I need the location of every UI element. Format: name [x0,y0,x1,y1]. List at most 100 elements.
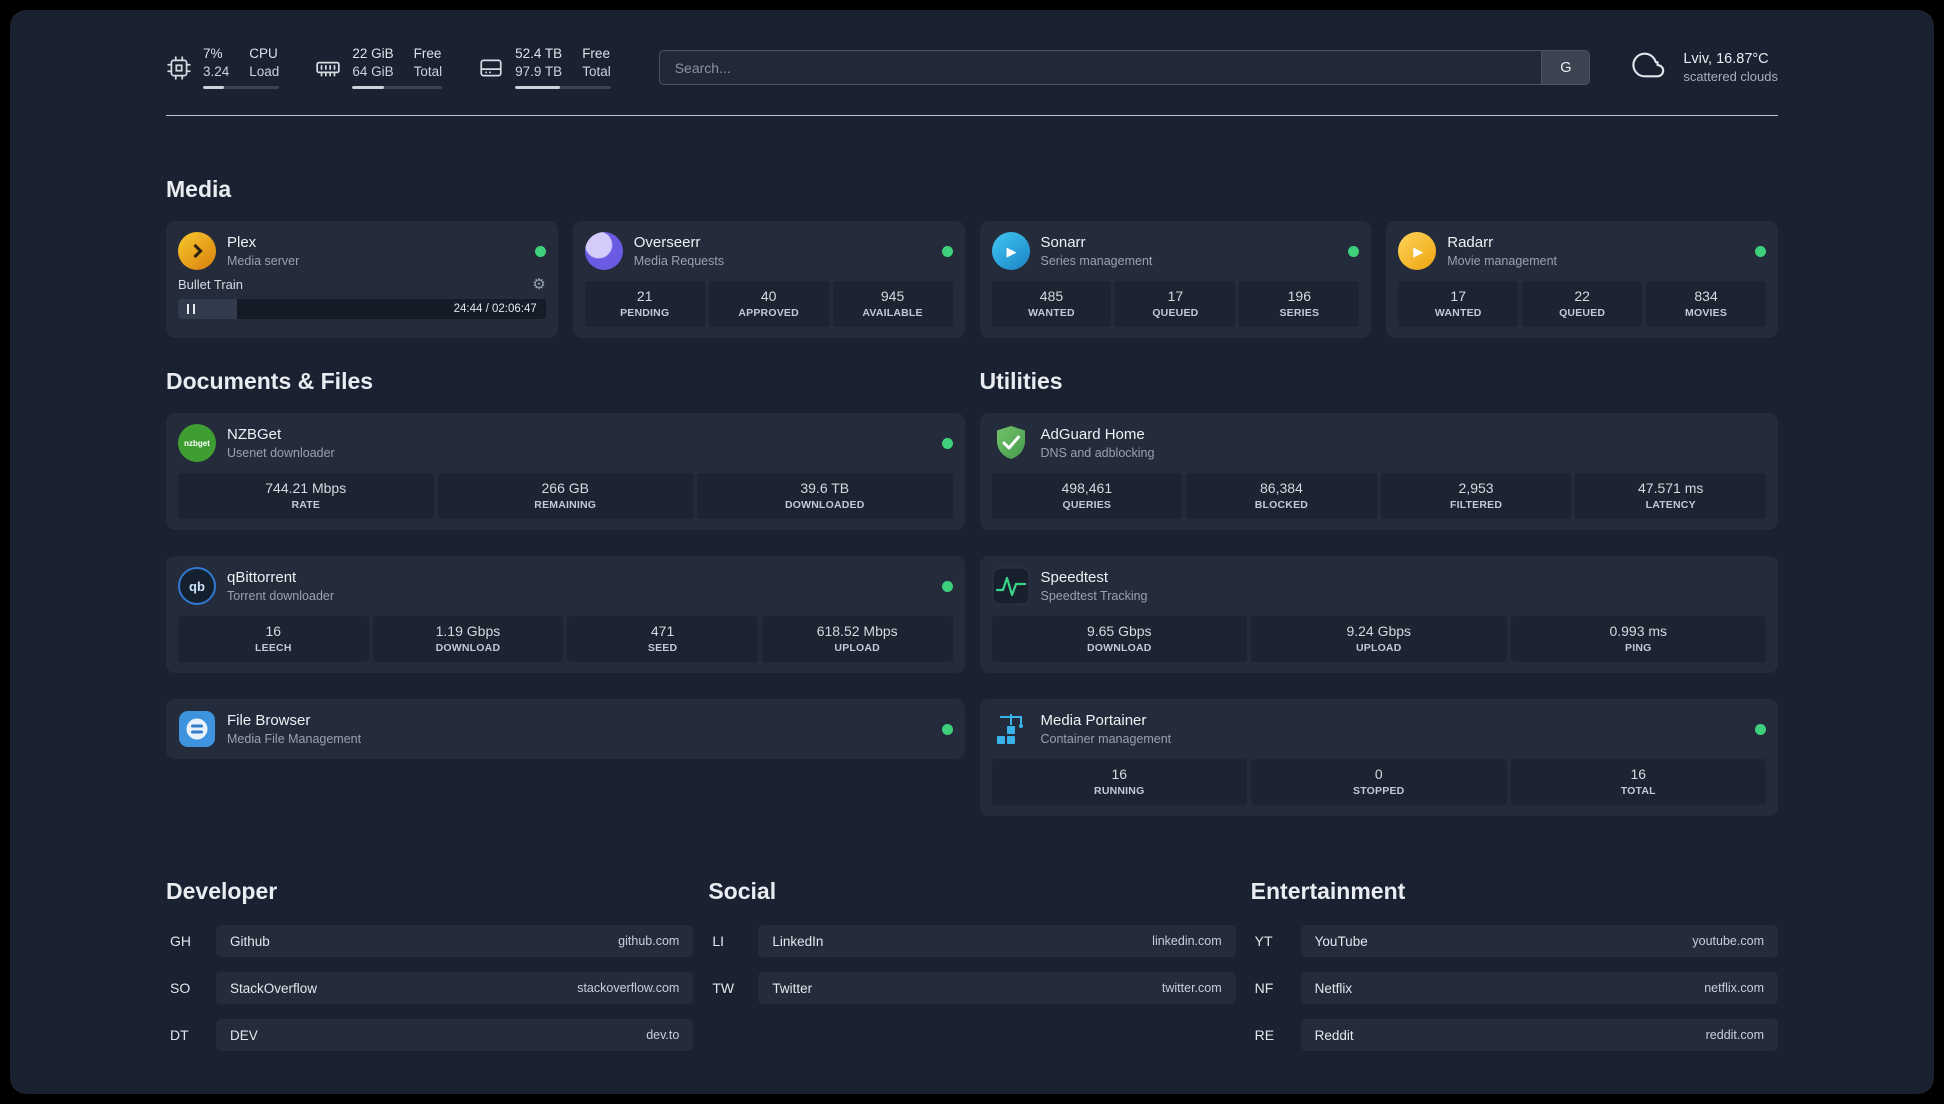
bookmark-group-developer: Developer GH Github github.com SO StackO… [166,878,694,1066]
now-playing-title: Bullet Train [178,277,244,293]
bookmark-link-github[interactable]: Github github.com [216,925,694,958]
weather-location: Lviv, 16.87°C [1683,51,1769,68]
service-card-plex[interactable]: Plex Media server Bullet Train ⚙ 24:44 /… [166,221,558,339]
cpu-label-top: CPU [249,46,278,61]
stat-remaining: 266 GB REMAINING [437,473,693,520]
bookmark-abbr: LI [712,933,725,950]
section-title-entertainment: Entertainment [1250,878,1406,905]
service-card-overseerr[interactable]: Overseerr Media Requests 21 PENDING 40 A… [572,221,965,339]
stat-upload: 618.52 Mbps UPLOAD [761,616,953,663]
bookmark-abbr: RE [1254,1027,1275,1044]
memory-icon [315,55,341,81]
gear-icon[interactable]: ⚙ [532,277,545,292]
service-name: Plex [227,234,257,252]
bookmark-reddit: RE Reddit reddit.com [1251,1019,1778,1052]
bookmark-link-reddit[interactable]: Reddit reddit.com [1300,1019,1778,1052]
bookmark-youtube: YT YouTube youtube.com [1251,925,1778,958]
sonarr-icon: ▶ [991,232,1030,271]
service-card-nzbget[interactable]: nzbget NZBGet Usenet downloader 744.21 M… [166,413,965,531]
resource-widgets: 7% 3.24 CPU Load 22 GiB 64 GiB Free Tota… [166,46,611,90]
bookmark-link-twitter[interactable]: Twitter twitter.com [758,972,1236,1005]
memory-label-bottom: Total [413,64,443,80]
service-card-radarr[interactable]: ▶ Radarr Movie management 17 WANTED 22 Q… [1386,221,1778,339]
status-dot [1755,723,1766,735]
service-subtitle: Container management [1040,732,1172,747]
search-bar: G [658,50,1591,86]
status-dot [941,437,953,449]
service-subtitle: Media Requests [633,254,725,269]
stat-running: 16 RUNNING [991,759,1247,806]
status-dot [941,723,953,735]
portainer-icon [992,710,1030,748]
stat-approved: 40 APPROVED [708,281,829,328]
bookmark-link-stackoverflow[interactable]: StackOverflow stackoverflow.com [216,972,694,1005]
stat-download: 1.19 Gbps DOWNLOAD [372,616,564,663]
cpu-widget: 7% 3.24 CPU Load [166,46,280,90]
pause-icon[interactable] [187,304,195,315]
divider [166,115,1778,117]
play-glyph: ▶ [1006,243,1017,259]
service-name: Overseerr [633,234,701,252]
search-provider-button[interactable]: G [1541,51,1590,85]
service-card-speedtest[interactable]: Speedtest Speedtest Tracking 9.65 Gbps D… [979,556,1778,674]
bookmark-stackoverflow: SO StackOverflow stackoverflow.com [166,972,694,1005]
service-card-portainer[interactable]: Media Portainer Container management 16 … [979,699,1778,817]
dashboard-page: 7% 3.24 CPU Load 22 GiB 64 GiB Free Tota… [10,10,1934,1094]
playback-time: 24:44 / 02:06:47 [453,303,537,316]
bookmark-linkedin: LI LinkedIn linkedin.com [708,925,1236,958]
service-card-qbittorrent[interactable]: qb qBittorrent Torrent downloader 16 LEE… [166,556,965,674]
memory-widget: 22 GiB 64 GiB Free Total [315,46,443,90]
stat-download: 9.65 Gbps DOWNLOAD [991,616,1247,663]
status-dot [941,245,953,257]
disk-label-top: Free [582,46,610,61]
disk-total-value: 97.9 TB [515,64,563,80]
service-subtitle: Usenet downloader [227,446,335,461]
service-name: File Browser [227,712,311,730]
cpu-usage-value: 7% [203,46,223,61]
bookmark-link-dev[interactable]: DEV dev.to [216,1019,694,1052]
qbittorrent-logo-text: qb [189,578,205,594]
stat-queries: 498,461 QUERIES [991,473,1183,520]
section-media: Media Plex Media server Bullet Train ⚙ 2… [166,176,1778,339]
memory-total-value: 64 GiB [352,64,394,80]
status-dot [534,245,546,257]
stat-rate: 744.21 Mbps RATE [178,473,434,520]
play-glyph: ▶ [1413,243,1424,259]
weather-widget: Lviv, 16.87°C scattered clouds [1628,48,1778,87]
bookmark-link-netflix[interactable]: Netflix netflix.com [1300,972,1778,1005]
service-subtitle: Speedtest Tracking [1040,589,1148,604]
status-dot [1755,245,1766,257]
bookmark-abbr: YT [1254,933,1273,950]
memory-progress-fill [352,86,384,90]
bookmark-abbr: GH [170,933,191,950]
disk-label-bottom: Total [582,64,611,80]
search-input[interactable] [659,51,1542,85]
cloud-icon [1628,48,1670,87]
radarr-icon: ▶ [1398,232,1437,271]
section-title-utilities: Utilities [979,368,1063,395]
top-bar: 7% 3.24 CPU Load 22 GiB 64 GiB Free Tota… [166,10,1778,90]
stat-pending: 21 PENDING [584,281,705,328]
service-card-filebrowser[interactable]: File Browser Media File Management [166,699,965,760]
cpu-icon [166,55,192,81]
playback-progress-bar[interactable]: 24:44 / 02:06:47 [178,299,546,320]
service-name: Speedtest [1040,569,1109,587]
qbittorrent-icon: qb [178,567,216,606]
stat-queued: 22 QUEUED [1522,281,1643,328]
stat-latency: 47.571 ms LATENCY [1575,473,1766,520]
bookmark-link-youtube[interactable]: YouTube youtube.com [1300,925,1778,958]
service-card-sonarr[interactable]: ▶ Sonarr Series management 485 WANTED 17… [979,221,1372,339]
now-playing-widget: Bullet Train ⚙ 24:44 / 02:06:47 [178,277,546,320]
service-name: Media Portainer [1040,712,1147,730]
nzbget-icon: nzbget [178,424,216,463]
plex-chevron-shape [188,244,203,259]
plex-icon [178,232,216,271]
bookmark-link-linkedin[interactable]: LinkedIn linkedin.com [758,925,1236,958]
bookmark-group-entertainment: Entertainment YT YouTube youtube.com NF … [1251,878,1778,1066]
disk-widget: 52.4 TB 97.9 TB Free Total [478,46,611,90]
filebrowser-icon [178,710,216,748]
service-name: AdGuard Home [1040,426,1145,444]
service-card-adguard[interactable]: AdGuard Home DNS and adblocking 498,461 … [979,413,1778,531]
service-subtitle: Media server [227,254,300,269]
section-documents: Documents & Files nzbget NZBGet Usenet d… [166,368,965,816]
